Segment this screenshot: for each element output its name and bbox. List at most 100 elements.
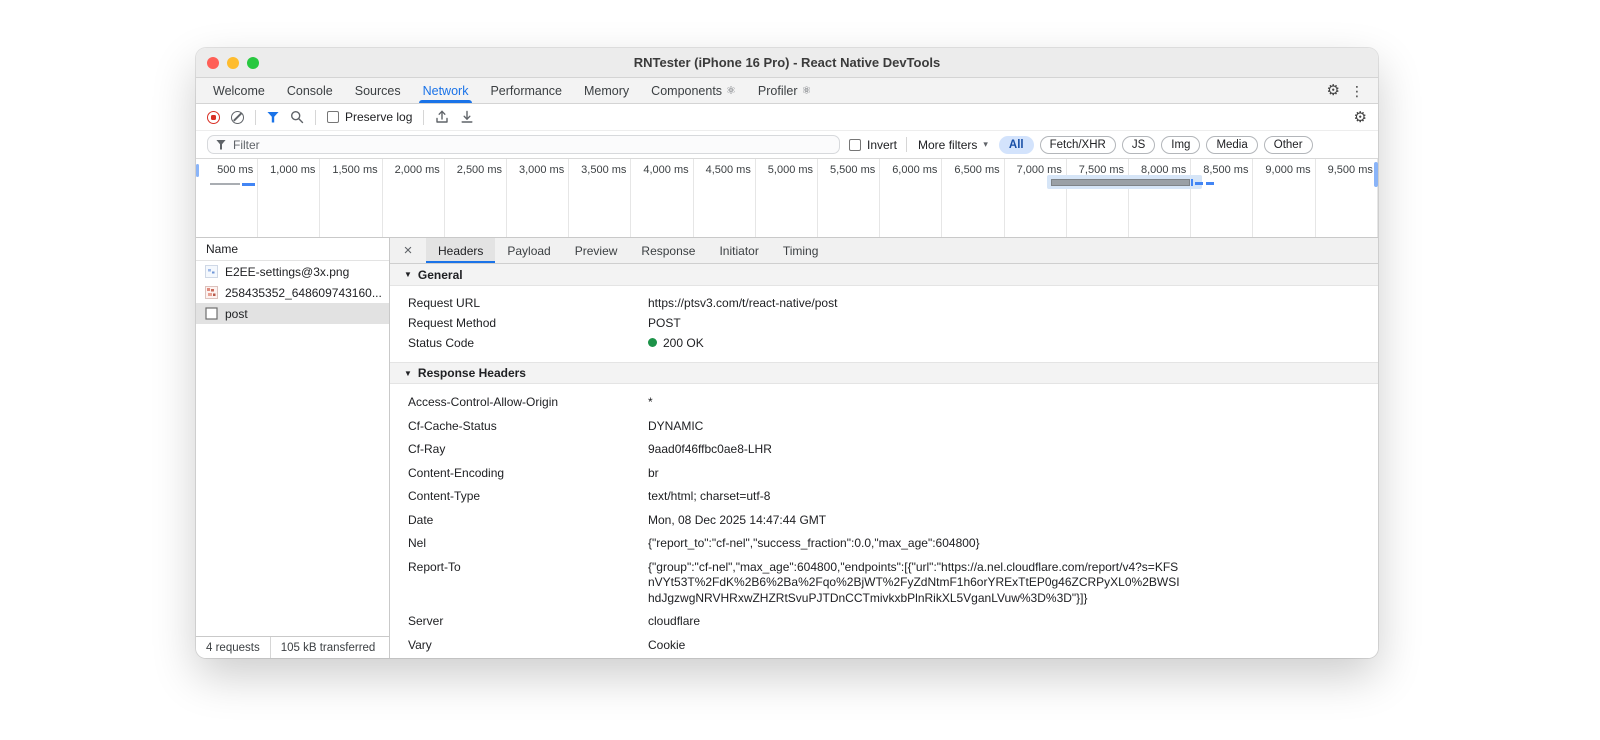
timeline-tick: 3,500 ms [569,159,632,237]
filter-pill-all[interactable]: All [998,135,1034,154]
request-list-panel: Name E2EE-settings@3x.png 258435352_6486… [196,238,390,658]
filter-pill-media[interactable]: Media [1206,135,1258,154]
record-network-log-button[interactable] [207,110,220,124]
header-name: Date [408,512,434,527]
disclosure-triangle-icon: ▼ [404,270,412,279]
chevron-down-icon: ▾ [983,139,988,149]
request-details-panel: × Headers Payload Preview Response Initi… [390,238,1378,658]
header-name: Access-Control-Allow-Origin [408,395,559,409]
header-row-nel: Nel {"report_to":"cf-nel","success_fract… [390,532,1378,556]
timeline-tick: 1,000 ms [258,159,321,237]
tab-memory[interactable]: Memory [573,78,640,103]
filter-input[interactable] [233,137,831,152]
timeline-scroll-indicator-right[interactable] [1374,162,1378,187]
network-overview-timeline[interactable]: 500 ms 1,000 ms 1,500 ms 2,000 ms 2,500 … [196,159,1378,238]
header-value: * [648,395,653,409]
image-thumbnail-icon [205,286,218,299]
headers-detail-body: ▼ General Request URL https://ptsv3.com/… [390,264,1378,658]
transferred-size: 105 kB transferred [269,637,386,658]
timeline-tick: 3,000 ms [507,159,570,237]
tab-components[interactable]: Components ⚛ [640,78,747,103]
tab-welcome[interactable]: Welcome [202,78,276,103]
preserve-log-checkbox[interactable] [327,111,339,123]
settings-gear-icon[interactable]: ⚙ [1327,83,1340,98]
header-row-report-to: Report-To {"group":"cf-nel","max_age":60… [390,556,1378,611]
details-tab-response[interactable]: Response [629,238,707,263]
section-title: Response Headers [417,366,526,380]
network-settings-gear-icon[interactable]: ⚙ [1354,110,1367,125]
details-tab-payload[interactable]: Payload [495,238,562,263]
tab-performance[interactable]: Performance [479,78,573,103]
minimize-window-button[interactable] [227,56,239,69]
request-row-258435352[interactable]: 258435352_648609743160... [196,282,389,303]
request-row-post[interactable]: post [196,303,389,324]
header-name: Content-Type [408,489,481,503]
tab-console[interactable]: Console [276,78,344,103]
timeline-tick: 9,000 ms [1253,159,1316,237]
header-row-server: Server cloudflare [390,610,1378,634]
close-window-button[interactable] [207,56,219,69]
timeline-tick: 7,500 ms [1067,159,1130,237]
waterfall-bar-post-gray [1051,179,1190,186]
timeline-tick: 500 ms [196,159,259,237]
response-headers-rows: Access-Control-Allow-Origin * Cf-Cache-S… [390,384,1378,658]
response-headers-section-header[interactable]: ▼ Response Headers [390,362,1378,384]
export-har-download-icon[interactable] [460,110,474,124]
tab-bar-actions: ⚙ ⋮ [1327,78,1378,103]
filter-pill-img[interactable]: Img [1161,135,1201,154]
close-details-button[interactable]: × [390,238,426,263]
details-tab-initiator[interactable]: Initiator [707,238,770,263]
devtools-window: RNTester (iPhone 16 Pro) - React Native … [196,48,1378,658]
header-name: Report-To [408,559,461,574]
clear-network-log-icon[interactable] [231,110,244,124]
header-value: {"group":"cf-nel","max_age":604800,"endp… [648,559,1180,605]
header-value: https://ptsv3.com/t/react-native/post [648,295,838,310]
header-value: POST [648,315,681,330]
filter-pill-other[interactable]: Other [1263,135,1313,154]
header-name: Status Code [408,335,475,350]
header-row-request-method: Request Method POST [390,313,1378,333]
details-tab-preview[interactable]: Preview [563,238,630,263]
import-har-upload-icon[interactable] [435,110,449,124]
tab-profiler[interactable]: Profiler ⚛ [747,78,822,103]
more-filters-dropdown[interactable]: More filters ▾ [916,138,990,152]
desktop-background: RNTester (iPhone 16 Pro) - React Native … [0,0,1600,740]
details-tab-headers[interactable]: Headers [426,238,496,263]
invert-checkbox[interactable] [849,138,861,151]
document-icon [205,307,218,320]
react-atom-icon: ⚛ [801,85,812,97]
header-value: text/html; charset=utf-8 [648,489,771,503]
timeline-tick: 6,000 ms [880,159,943,237]
header-row-content-type: Content-Type text/html; charset=utf-8 [390,485,1378,509]
requests-count: 4 requests [206,641,260,654]
filter-funnel-icon [216,139,226,150]
filter-input-container [207,135,840,154]
header-row-vary: Vary Cookie [390,634,1378,658]
timeline-tick: 2,000 ms [383,159,445,237]
header-name: Vary [408,637,432,652]
network-summary-bar: 4 requests 105 kB transferred [196,636,389,658]
details-tab-timing[interactable]: Timing [771,238,831,263]
request-type-filters: All Fetch/XHR JS Img Media Other [998,135,1313,154]
header-value: cloudflare [648,614,701,628]
tab-network[interactable]: Network [412,78,480,103]
filter-funnel-icon[interactable] [267,111,279,123]
timeline-tick: 8,500 ms [1191,159,1254,237]
filter-pill-js[interactable]: JS [1121,135,1156,154]
filter-pill-fetch-xhr[interactable]: Fetch/XHR [1039,135,1116,154]
request-row-e2ee-settings[interactable]: E2EE-settings@3x.png [196,261,389,282]
zoom-window-button[interactable] [247,56,259,69]
search-icon[interactable] [290,110,304,124]
name-column-header[interactable]: Name [196,238,389,261]
tab-sources[interactable]: Sources [344,78,412,103]
timeline-scroll-indicator-left[interactable] [196,164,199,177]
toolbar-divider [423,109,425,125]
header-name: Content-Encoding [408,465,505,480]
header-name: Cf-Ray [408,442,446,456]
header-value: DYNAMIC [648,418,704,433]
header-row-cf-ray: Cf-Ray 9aad0f46ffbc0ae8-LHR [390,438,1378,462]
general-section-header[interactable]: ▼ General [390,264,1378,286]
waterfall-dash-blue [1206,182,1214,185]
more-options-kebab-icon[interactable]: ⋮ [1344,84,1370,98]
timeline-tick: 8,000 ms [1129,159,1192,237]
